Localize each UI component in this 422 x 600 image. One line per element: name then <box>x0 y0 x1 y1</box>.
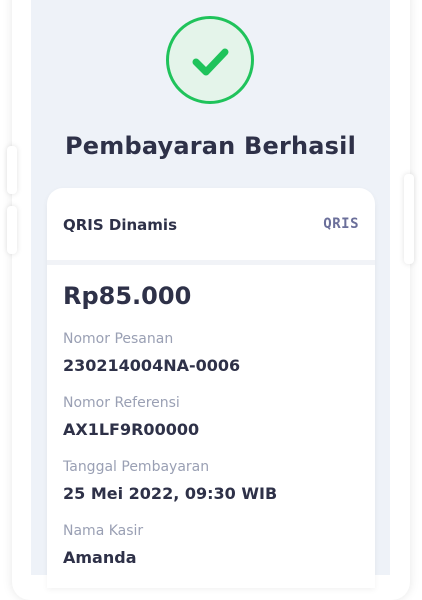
side-tab-left-2 <box>7 206 17 254</box>
side-tab-left-1 <box>7 146 17 194</box>
payment-method-label: QRIS Dinamis <box>63 216 178 234</box>
payment-date-label: Tanggal Pembayaran <box>63 459 210 475</box>
cashier-name-value: Amanda <box>63 548 137 567</box>
success-check-icon <box>166 16 254 104</box>
order-number-value: 230214004NA-0006 <box>63 356 241 375</box>
order-number-label: Nomor Pesanan <box>63 331 174 347</box>
qris-logo: QRIS <box>323 216 359 232</box>
side-tab-right <box>404 174 414 264</box>
payment-date-value: 25 Mei 2022, 09:30 WIB <box>63 484 278 503</box>
page-title: Pembayaran Berhasil <box>64 132 357 160</box>
reference-number-value: AX1LF9R00000 <box>63 420 200 439</box>
card-header: QRIS Dinamis QRIS <box>47 188 375 265</box>
reference-number-label: Nomor Referensi <box>63 395 180 411</box>
check-icon <box>192 48 229 76</box>
payment-amount: Rp85.000 <box>63 282 192 310</box>
cashier-name-label: Nama Kasir <box>63 523 144 539</box>
receipt-card: QRIS Dinamis QRIS Rp85.000 Nomor Pesanan… <box>47 188 375 588</box>
